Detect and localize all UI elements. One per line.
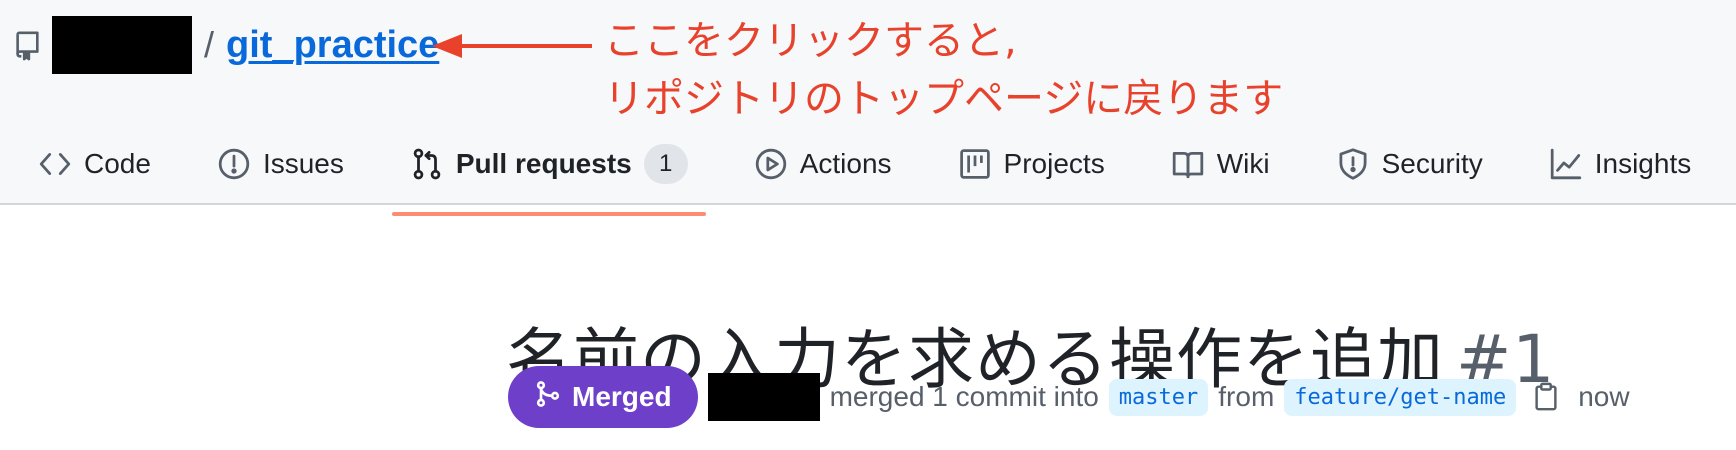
tab-label: Wiki [1216, 148, 1270, 179]
author-redacted [707, 373, 820, 421]
head-branch-link[interactable]: feature/get-name [1284, 378, 1517, 416]
tab-label: Projects [1003, 148, 1105, 179]
status-badge-label: Merged [572, 381, 672, 412]
tab-label: Code [84, 148, 151, 179]
tab-actions[interactable]: Actions [736, 124, 910, 194]
merge-time: now [1578, 381, 1630, 412]
pull-request-counter: 1 [643, 144, 688, 184]
tab-code[interactable]: Code [20, 124, 169, 194]
annotation-callout: ここをクリックすると, リポジトリのトップページに戻ります [604, 12, 1283, 128]
base-branch-link[interactable]: master [1108, 378, 1209, 416]
repo-name-link[interactable]: git_practice [226, 24, 439, 67]
copy-icon[interactable] [1530, 381, 1562, 413]
graph-icon [1549, 147, 1583, 181]
project-table-icon [958, 147, 992, 181]
merge-summary: merged 1 commit into [829, 381, 1099, 412]
tab-label: Issues [262, 148, 344, 179]
repo-header: / git_practice ここをクリックすると, リポジトリのトップページに… [0, 0, 1736, 216]
code-icon [38, 147, 72, 181]
pull-request-icon [410, 147, 444, 181]
tab-label: Security [1381, 148, 1483, 179]
book-icon [1171, 147, 1205, 181]
shield-icon [1336, 147, 1370, 181]
annotation-line-2: リポジトリのトップページに戻ります [604, 76, 1284, 122]
tab-security[interactable]: Security [1318, 124, 1501, 194]
tab-pull-requests[interactable]: Pull requests 1 [391, 124, 706, 216]
issue-icon [217, 147, 251, 181]
pull-request-meta: Merged merged 1 commit into master from … [508, 366, 1630, 428]
repo-tab-nav: Code Issues Pull requests 1 Actions Proj… [20, 124, 1736, 216]
merge-icon [534, 379, 562, 416]
tab-projects[interactable]: Projects [940, 124, 1123, 194]
tab-label: Actions [799, 148, 892, 179]
tab-label: Pull requests [455, 148, 632, 179]
tab-wiki[interactable]: Wiki [1153, 124, 1288, 194]
status-badge: Merged [508, 366, 698, 428]
repo-icon [12, 27, 42, 63]
tab-label: Insights [1594, 148, 1692, 179]
play-icon [754, 147, 788, 181]
tab-issues[interactable]: Issues [199, 124, 362, 194]
annotation-arrow-icon [432, 34, 592, 58]
annotation-line-1: ここをクリックすると, [604, 18, 1017, 64]
repo-breadcrumb: / git_practice [12, 10, 439, 80]
breadcrumb-separator: / [204, 24, 215, 65]
tab-insights[interactable]: Insights [1531, 124, 1710, 194]
from-label: from [1218, 381, 1275, 412]
repo-owner-redacted [52, 16, 192, 74]
